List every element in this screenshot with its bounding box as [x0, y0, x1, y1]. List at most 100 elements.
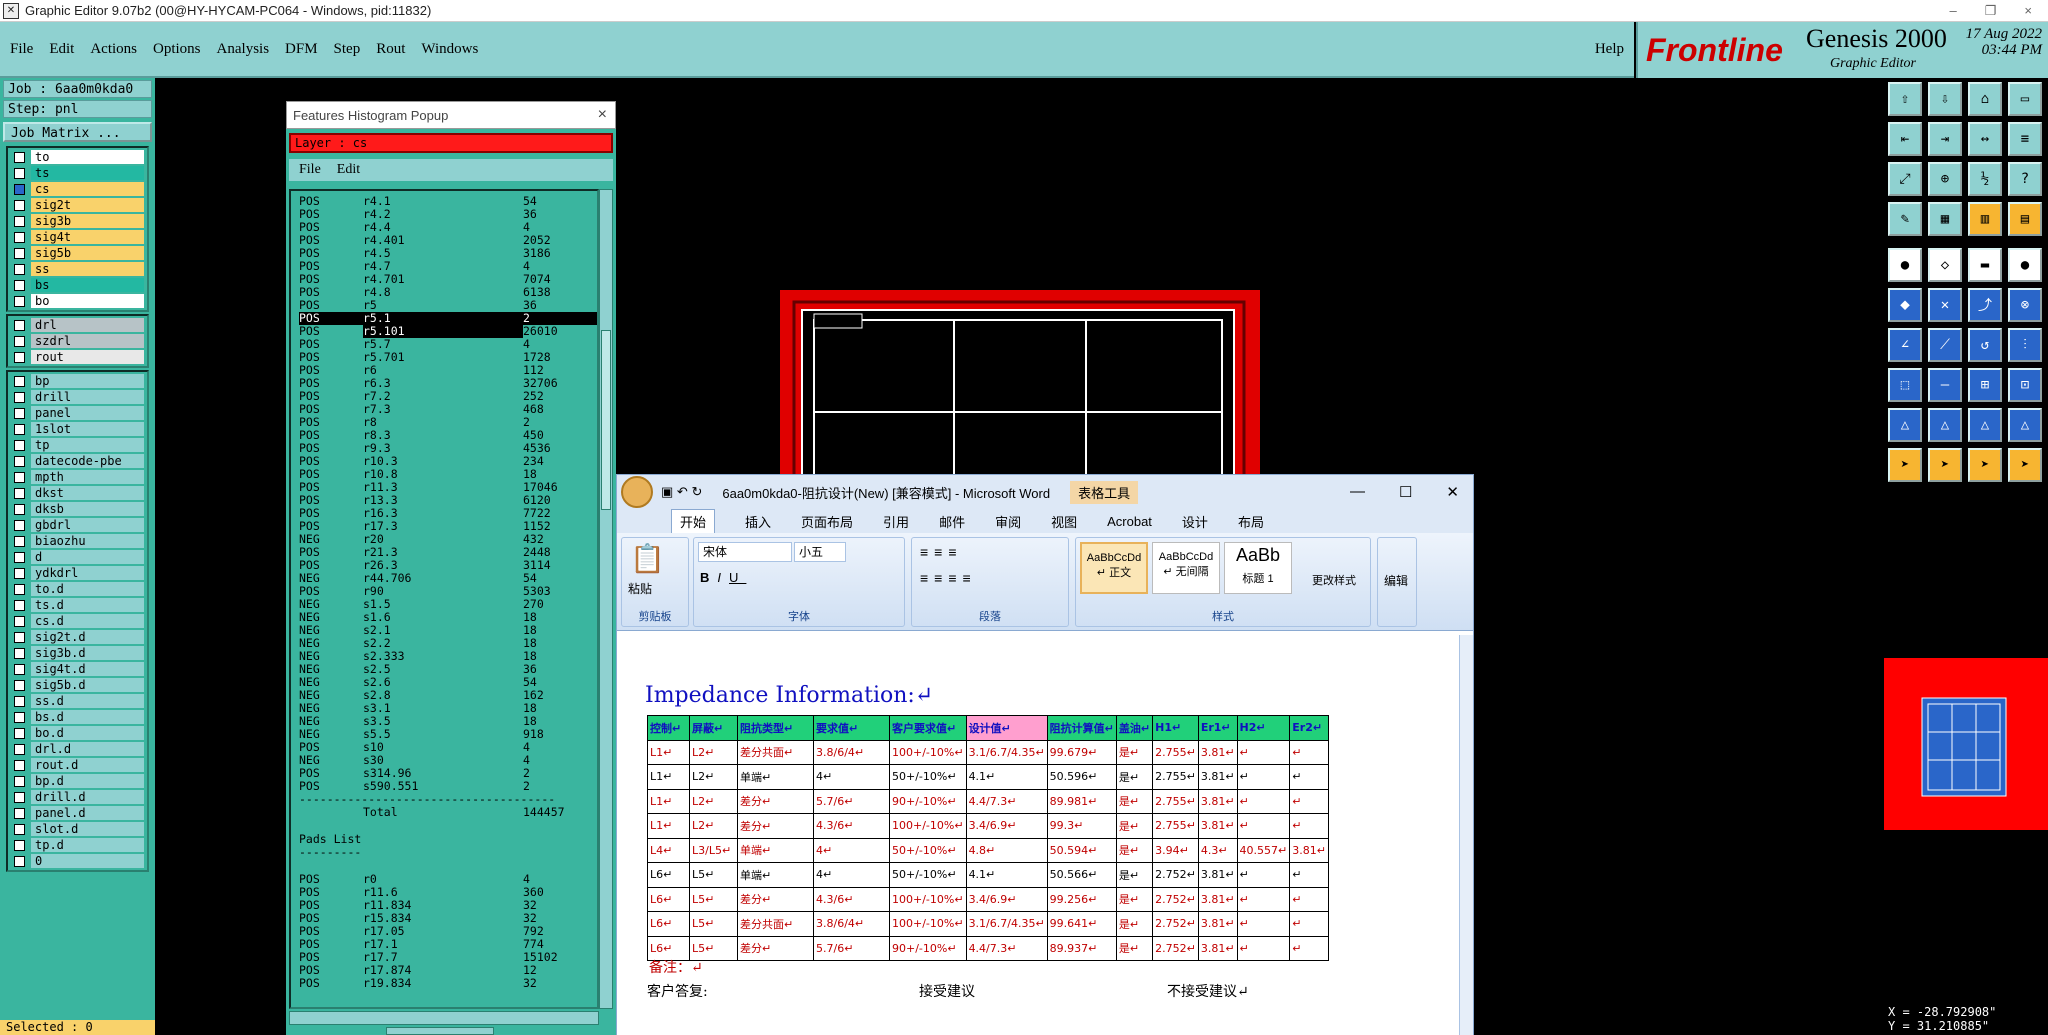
tool-button-icon[interactable]: ▤ [2008, 202, 2042, 236]
histogram-row[interactable]: POS r0 4 [299, 873, 597, 886]
table-cell[interactable]: 50.594↵ [1046, 837, 1117, 863]
layer-name[interactable]: sig4t [31, 230, 144, 244]
table-cell[interactable]: 2.755↵ [1152, 813, 1199, 839]
ribbon-tab[interactable]: 审阅 [995, 512, 1021, 531]
menu-analysis[interactable]: Analysis [217, 41, 270, 58]
style-no-spacing[interactable]: AaBbCcDd ↵ 无间隔 [1152, 542, 1220, 594]
table-cell[interactable]: L5↵ [689, 911, 738, 937]
layer-checkbox[interactable] [14, 839, 25, 851]
minimize-button[interactable]: – [1950, 3, 1957, 19]
horizontal-scrollbar[interactable] [289, 1011, 599, 1025]
layer-row[interactable]: slot.d [9, 821, 146, 837]
layer-name[interactable]: datecode-pbe [31, 454, 144, 468]
layer-row[interactable]: sig3b.d [9, 645, 146, 661]
histogram-row[interactable]: NEG s1.5 270 [299, 598, 597, 611]
document-scrollbar[interactable] [1459, 635, 1473, 1035]
table-cell[interactable]: ↵ [1289, 862, 1329, 888]
histogram-row[interactable]: POS r4.7 4 [299, 260, 597, 273]
layer-name[interactable]: drill.d [31, 790, 144, 804]
layer-checkbox[interactable] [14, 615, 25, 627]
histogram-row[interactable]: POS r26.3 3114 [299, 559, 597, 572]
layer-row[interactable]: ss [9, 261, 146, 277]
table-cell[interactable]: 90+/-10%↵ [889, 935, 967, 961]
table-cell[interactable]: 单端↵ [737, 862, 814, 888]
layer-checkbox[interactable] [14, 823, 25, 835]
tool-button-icon[interactable]: ◇ [1928, 248, 1962, 282]
tool-button-icon[interactable]: ∠ [1888, 328, 1922, 362]
table-cell[interactable]: 4↵ [813, 764, 890, 790]
table-cell[interactable]: 是↵ [1115, 911, 1154, 937]
table-cell[interactable]: 50+/-10%↵ [889, 764, 967, 790]
reject-option[interactable]: 不接受建议↵ [1167, 981, 1249, 1001]
table-cell[interactable]: ↵ [1236, 935, 1291, 961]
table-cell[interactable]: 3.81↵ [1197, 788, 1238, 814]
table-cell[interactable]: 4.3/6↵ [813, 813, 890, 839]
layer-name[interactable]: mpth [31, 470, 144, 484]
layer-name[interactable]: sig3b [31, 214, 144, 228]
table-cell[interactable]: 89.937↵ [1046, 935, 1117, 961]
layer-name[interactable]: sig5b [31, 246, 144, 260]
table-cell[interactable]: 2.752↵ [1152, 935, 1199, 961]
layer-name[interactable]: cs.d [31, 614, 144, 628]
histogram-row[interactable]: NEG r44.706 54 [299, 572, 597, 585]
layer-row[interactable]: cs [9, 181, 146, 197]
layer-row[interactable]: bp [9, 373, 146, 389]
table-cell[interactable]: L4↵ [647, 837, 690, 863]
layer-checkbox[interactable] [14, 519, 25, 531]
table-cell[interactable]: ↵ [1289, 739, 1329, 765]
table-cell[interactable]: ↵ [1289, 813, 1329, 839]
table-cell[interactable]: 4↵ [813, 862, 890, 888]
table-cell[interactable]: 是↵ [1115, 935, 1154, 961]
layer-row[interactable]: bs [9, 277, 146, 293]
table-cell[interactable]: 差分共面↵ [737, 911, 814, 937]
undo-icon[interactable]: ↶ [677, 484, 688, 500]
layer-name[interactable]: slot.d [31, 822, 144, 836]
table-cell[interactable]: 50.596↵ [1046, 764, 1117, 790]
histogram-row[interactable]: POS r8 2 [299, 416, 597, 429]
table-cell[interactable]: L5↵ [689, 886, 738, 912]
layer-row[interactable]: sig2t.d [9, 629, 146, 645]
tool-button-icon[interactable]: ● [2008, 248, 2042, 282]
layer-checkbox[interactable] [14, 583, 25, 595]
layer-row[interactable]: sig5b [9, 245, 146, 261]
layer-name[interactable]: to [31, 150, 144, 164]
table-cell[interactable]: 3.8/6/4↵ [813, 739, 890, 765]
table-cell[interactable]: 是↵ [1115, 788, 1154, 814]
table-cell[interactable]: ↵ [1236, 739, 1291, 765]
table-cell[interactable]: 2.755↵ [1152, 788, 1199, 814]
table-cell[interactable]: 3.1/6.7/4.35↵ [965, 739, 1048, 765]
layer-name[interactable]: rout [31, 350, 144, 364]
table-cell[interactable]: 3.81↵ [1197, 911, 1238, 937]
table-cell[interactable]: 2.755↵ [1152, 764, 1199, 790]
menu-actions[interactable]: Actions [90, 41, 137, 58]
table-cell[interactable]: ↵ [1236, 813, 1291, 839]
layer-checkbox[interactable] [14, 319, 25, 331]
layer-checkbox[interactable] [14, 375, 25, 387]
histogram-row[interactable]: POS r5 36 [299, 299, 597, 312]
table-cell[interactable]: ↵ [1236, 886, 1291, 912]
layer-checkbox[interactable] [14, 183, 25, 195]
histogram-row[interactable]: POS r10.3 234 [299, 455, 597, 468]
tool-button-icon[interactable]: △ [1928, 408, 1962, 442]
layer-row[interactable]: bs.d [9, 709, 146, 725]
layer-row[interactable]: drill [9, 389, 146, 405]
histogram-row[interactable]: NEG s2.6 54 [299, 676, 597, 689]
layer-checkbox[interactable] [14, 407, 25, 419]
ribbon-tab[interactable]: 邮件 [939, 512, 965, 531]
table-cell[interactable]: ↵ [1236, 764, 1291, 790]
histogram-row[interactable]: POS r17.05 792 [299, 925, 597, 938]
histogram-row[interactable]: POS r4.401 2052 [299, 234, 597, 247]
layer-name[interactable]: bp [31, 374, 144, 388]
table-cell[interactable]: 2.755↵ [1152, 739, 1199, 765]
table-cell[interactable]: 3.81↵ [1289, 837, 1329, 863]
tool-button-icon[interactable]: ⌂ [1968, 82, 2002, 116]
scroll-thumb[interactable] [601, 330, 611, 510]
layer-checkbox[interactable] [14, 807, 25, 819]
table-cell[interactable]: 50+/-10%↵ [889, 837, 967, 863]
paste-icon[interactable]: 📋 [630, 542, 665, 575]
layer-checkbox[interactable] [14, 791, 25, 803]
layer-name[interactable]: tp.d [31, 838, 144, 852]
layer-checkbox[interactable] [14, 551, 25, 563]
font-name-select[interactable]: 宋体 [698, 542, 792, 562]
histogram-row[interactable]: POS r21.3 2448 [299, 546, 597, 559]
